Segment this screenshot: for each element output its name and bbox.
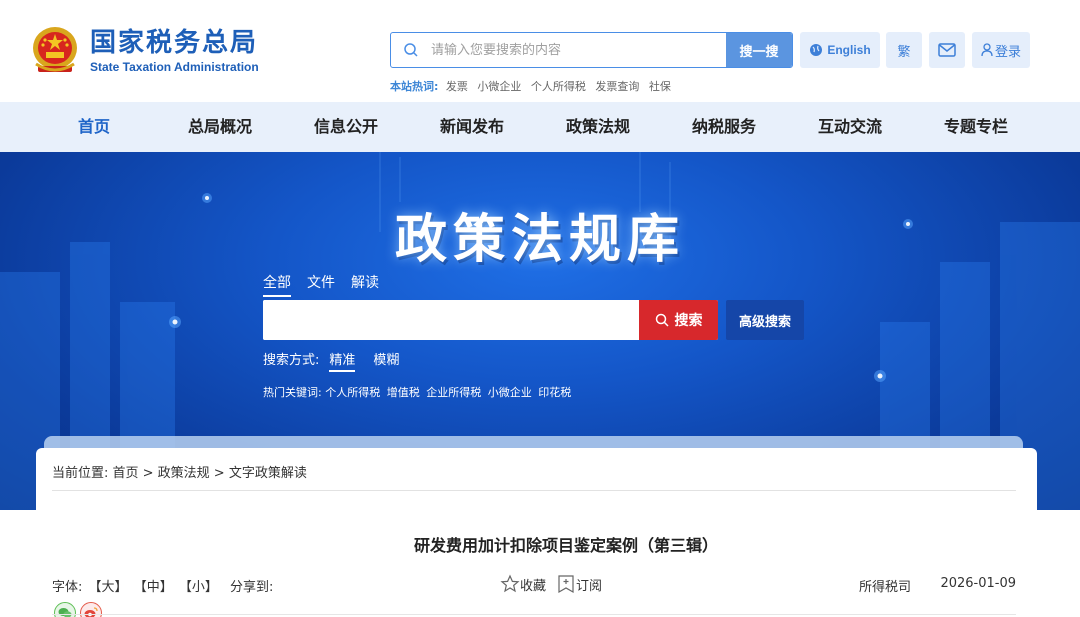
hot-word-link[interactable]: 社保 xyxy=(649,80,671,93)
policy-search-box: 搜索 xyxy=(263,300,718,340)
mode-fuzzy[interactable]: 模糊 xyxy=(373,349,399,372)
banner-search-tabs: 全部 文件 解读 xyxy=(263,272,395,297)
hot-word-link[interactable]: 个人所得税 xyxy=(531,80,586,93)
font-small-button[interactable]: 【小】 xyxy=(179,580,218,595)
login-button[interactable]: 登录 xyxy=(972,32,1030,68)
nav-item-tax-service[interactable]: 纳税服务 xyxy=(661,102,787,152)
nav-item-home[interactable]: 首页 xyxy=(31,102,157,152)
breadcrumb[interactable]: 当前位置: 首页 > 政策法规 > 文字政策解读 xyxy=(52,462,307,481)
nav-item-overview[interactable]: 总局概况 xyxy=(157,102,283,152)
logo-text: 国家税务总局 State Taxation Administration xyxy=(90,28,259,74)
article-card: 当前位置: 首页 > 政策法规 > 文字政策解读 研发费用加计扣除项目鉴定案例（… xyxy=(36,448,1037,617)
article-title: 研发费用加计扣除项目鉴定案例（第三辑） xyxy=(413,536,718,555)
hot-keyword-link[interactable]: 企业所得税 xyxy=(426,386,481,399)
mail-button[interactable] xyxy=(929,32,965,68)
search-mode: 搜索方式: 精准 模糊 xyxy=(263,349,399,372)
hot-words-label: 本站热词: xyxy=(390,80,439,93)
nav-item-interaction[interactable]: 互动交流 xyxy=(787,102,913,152)
policy-search-input[interactable] xyxy=(263,300,639,340)
traditional-chinese-button[interactable]: 繁 xyxy=(886,32,922,68)
hot-keywords: 热门关键词: 个人所得税 增值税 企业所得税 小微企业 印花税 xyxy=(263,384,574,400)
advanced-search-button[interactable]: 高级搜索 xyxy=(726,300,804,340)
article-source: 所得税司 xyxy=(859,580,912,595)
hot-word-link[interactable]: 发票 xyxy=(446,80,468,93)
hot-keyword-link[interactable]: 个人所得税 xyxy=(325,386,380,399)
site-search-box: 搜一搜 xyxy=(390,32,793,68)
nav-item-topics[interactable]: 专题专栏 xyxy=(913,102,1039,152)
subscribe-icon xyxy=(556,574,576,594)
english-button[interactable]: English xyxy=(800,32,880,68)
font-size-controls: 字体: 【大】 【中】 【小】 分享到: xyxy=(52,576,275,595)
login-label: 登录 xyxy=(994,44,1021,60)
subscribe-button[interactable]: 订阅 xyxy=(556,574,602,594)
article-actions: 收藏 订阅 xyxy=(500,574,612,594)
nav-item-policy[interactable]: 政策法规 xyxy=(535,102,661,152)
mode-exact[interactable]: 精准 xyxy=(329,349,356,372)
hot-keyword-link[interactable]: 小微企业 xyxy=(488,386,532,399)
tab-documents[interactable]: 文件 xyxy=(307,272,335,297)
share-label: 分享到: xyxy=(230,580,274,595)
favorite-label: 收藏 xyxy=(520,578,547,594)
hot-words: 本站热词: 发票 小微企业 个人所得税 发票查询 社保 xyxy=(390,78,677,94)
star-icon xyxy=(500,574,520,594)
hot-keyword-link[interactable]: 增值税 xyxy=(387,386,420,399)
logo-title-cn: 国家税务总局 xyxy=(90,28,259,58)
font-size-label: 字体: xyxy=(52,580,83,595)
tab-all[interactable]: 全部 xyxy=(263,272,291,297)
site-header: 国家税务总局 State Taxation Administration 搜一搜… xyxy=(0,0,1080,102)
policy-search-button[interactable]: 搜索 xyxy=(639,300,718,340)
article-date: 2026-01-09 xyxy=(940,576,1016,591)
hot-word-link[interactable]: 发票查询 xyxy=(595,80,639,93)
english-label: English xyxy=(827,43,871,57)
user-icon xyxy=(981,43,993,57)
search-icon xyxy=(655,313,669,327)
hot-keyword-link[interactable]: 印花税 xyxy=(538,386,571,399)
favorite-button[interactable]: 收藏 xyxy=(500,574,546,594)
nav-item-disclosure[interactable]: 信息公开 xyxy=(283,102,409,152)
divider xyxy=(52,490,1016,491)
logo-title-en: State Taxation Administration xyxy=(90,60,259,74)
banner-title: 政策法规库 xyxy=(394,209,685,270)
hot-keywords-label: 热门关键词: xyxy=(263,386,322,399)
policy-search-label: 搜索 xyxy=(674,313,703,329)
tab-interpretations[interactable]: 解读 xyxy=(351,272,379,297)
article-meta: 字体: 【大】 【中】 【小】 分享到: 收藏 订阅 所得税司 2026-01-… xyxy=(52,574,1016,598)
globe-icon xyxy=(809,43,823,57)
site-search-input[interactable] xyxy=(431,33,726,67)
search-mode-label: 搜索方式: xyxy=(263,353,320,368)
hot-word-link[interactable]: 小微企业 xyxy=(477,80,521,93)
font-large-button[interactable]: 【大】 xyxy=(89,580,128,595)
site-logo[interactable]: 国家税务总局 State Taxation Administration xyxy=(30,24,259,78)
national-emblem-icon xyxy=(30,24,80,78)
main-nav: 首页 总局概况 信息公开 新闻发布 政策法规 纳税服务 互动交流 专题专栏 xyxy=(0,102,1080,152)
font-medium-button[interactable]: 【中】 xyxy=(134,580,173,595)
search-icon xyxy=(391,33,431,67)
subscribe-label: 订阅 xyxy=(576,578,603,594)
nav-item-news[interactable]: 新闻发布 xyxy=(409,102,535,152)
divider xyxy=(52,614,1016,615)
site-search-button[interactable]: 搜一搜 xyxy=(726,33,792,67)
mail-icon xyxy=(938,43,956,57)
